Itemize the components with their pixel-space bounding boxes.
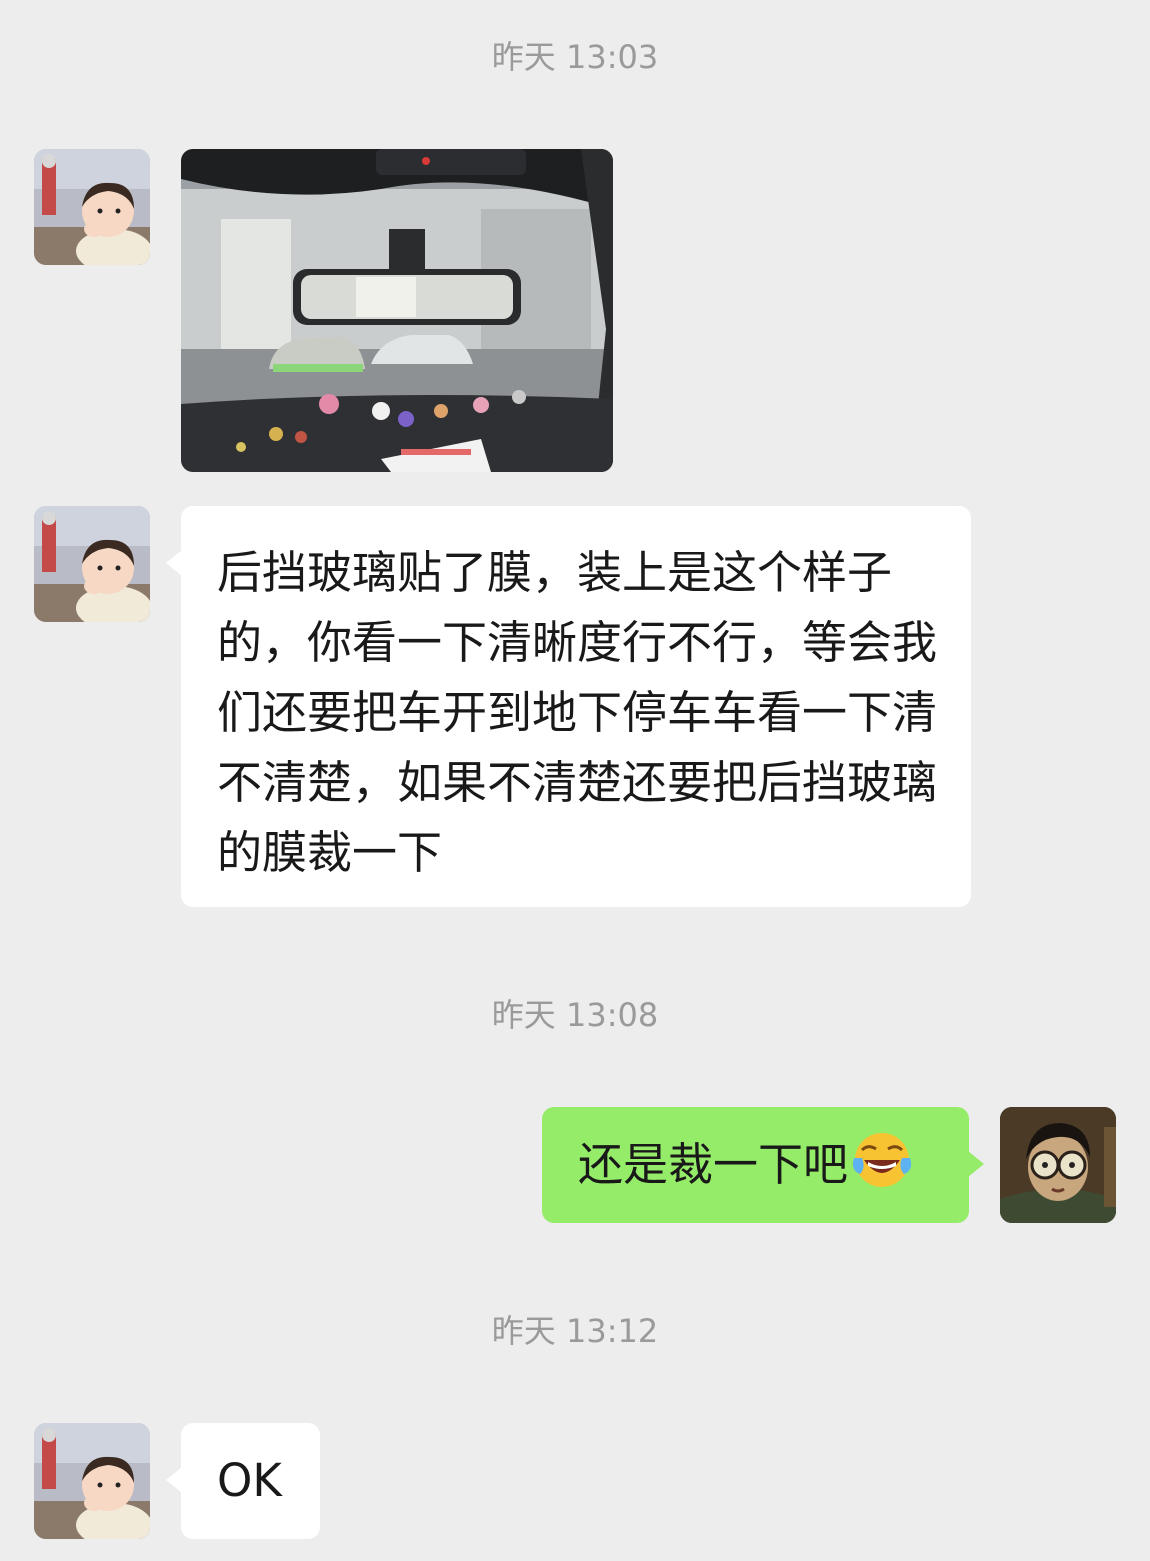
contact-avatar[interactable] [34,506,150,622]
my-avatar[interactable] [1000,1107,1116,1223]
image-message[interactable] [181,149,613,472]
bubble-tail [166,1467,182,1493]
message-bubble-outgoing[interactable]: 还是裁一下吧 [542,1107,984,1223]
bubble-tail [166,550,182,576]
message-timestamp: 昨天 13:08 [491,996,659,1034]
message-bubble-incoming[interactable]: OK [166,1423,320,1539]
contact-avatar[interactable] [34,1423,150,1539]
message-timestamp: 昨天 13:12 [491,1312,659,1350]
message-text: 还是裁一下吧 [578,1138,849,1191]
message-text: OK [217,1454,282,1507]
message-text: 后挡玻璃贴了膜，装上是这个样子的，你看一下清晰度行不行，等会我们还要把车开到地下… [217,546,938,879]
bubble-tail [968,1151,984,1177]
tears-of-joy-emoji [852,1130,912,1190]
message-bubble-incoming[interactable]: 后挡玻璃贴了膜，装上是这个样子的，你看一下清晰度行不行，等会我们还要把车开到地下… [166,506,971,907]
contact-avatar[interactable] [34,149,150,265]
message-timestamp: 昨天 13:03 [491,38,659,76]
